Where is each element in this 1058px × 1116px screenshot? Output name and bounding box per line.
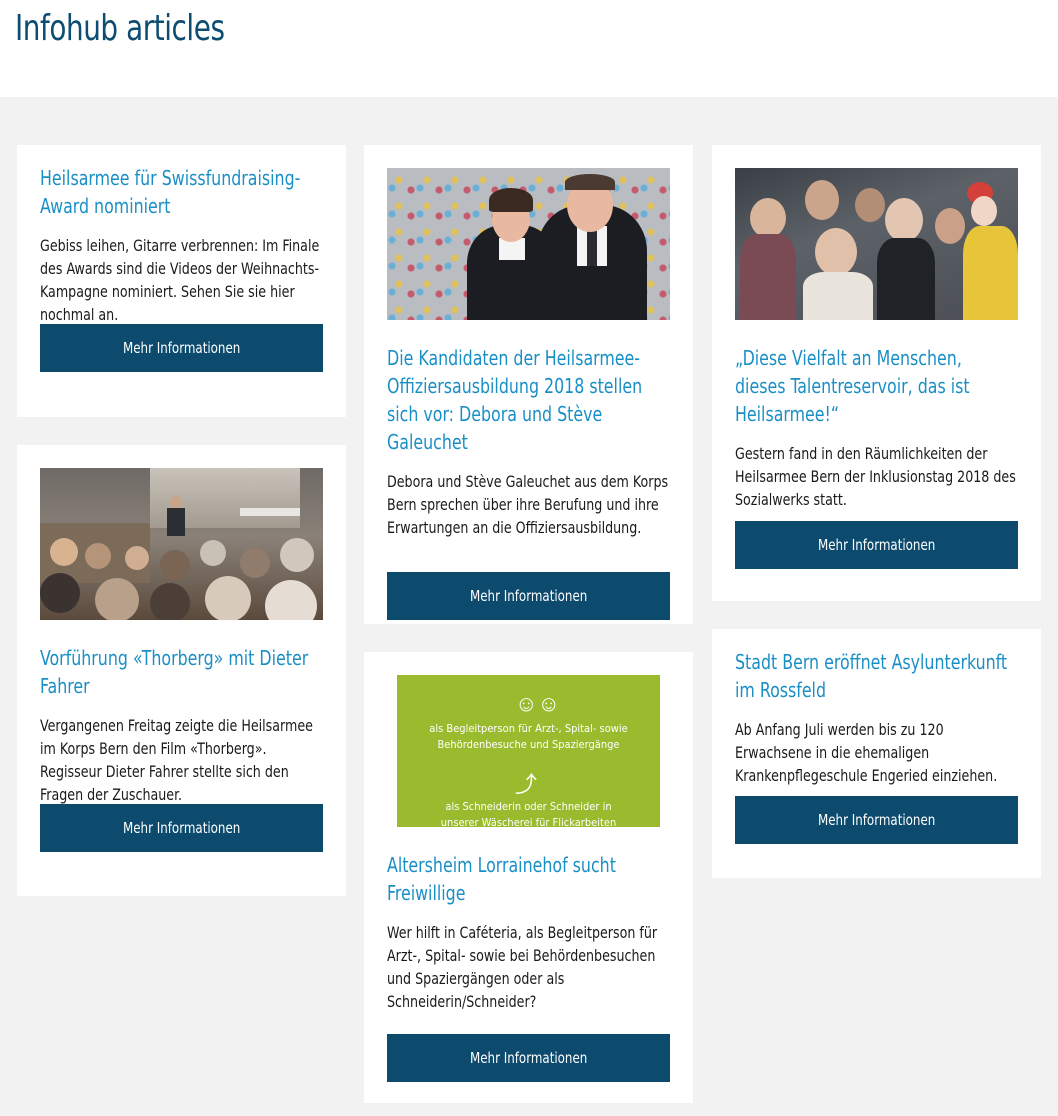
- poster-panel: ☺☺ als Begleitperson für Arzt-, Spital- …: [397, 675, 660, 827]
- more-info-button[interactable]: Mehr Informationen: [387, 1034, 670, 1082]
- article-card-lorrainehof: ☺☺ als Begleitperson für Arzt-, Spital- …: [364, 652, 693, 1103]
- article-image[interactable]: [40, 468, 323, 620]
- article-card-inklusionstag: „Diese Vielfalt an Menschen, dieses Tale…: [712, 145, 1041, 601]
- article-title[interactable]: „Diese Vielfalt an Menschen, dieses Tale…: [735, 344, 1017, 428]
- article-grid: Heilsarmee für Swissfundraising-Award no…: [0, 97, 1058, 1116]
- page-header: Infohub articles: [0, 0, 1058, 97]
- article-teaser: Wer hilft in Caféteria, als Begleitperso…: [387, 923, 658, 1011]
- article-title[interactable]: Stadt Bern eröffnet Asylunterkunft im Ro…: [735, 648, 1017, 704]
- more-info-button[interactable]: Mehr Informationen: [40, 324, 323, 372]
- article-card-kandidaten: Die Kandidaten der Heilsarmee-Offiziersa…: [364, 145, 693, 624]
- more-info-button[interactable]: Mehr Informationen: [387, 572, 670, 620]
- article-title[interactable]: Die Kandidaten der Heilsarmee-Offiziersa…: [387, 344, 669, 456]
- article-teaser: Vergangenen Freitag zeigte die Heilsarme…: [40, 716, 313, 804]
- article-title[interactable]: Altersheim Lorrainehof sucht Freiwillige: [387, 851, 669, 907]
- article-teaser: Ab Anfang Juli werden bis zu 120 Erwachs…: [735, 720, 998, 785]
- article-teaser: Debora und Stève Galeuchet aus dem Korps…: [387, 472, 669, 537]
- people-icon: ☺☺: [515, 691, 560, 716]
- article-card-asylunterkunft: Stadt Bern eröffnet Asylunterkunft im Ro…: [712, 629, 1041, 878]
- article-image[interactable]: ☺☺ als Begleitperson für Arzt-, Spital- …: [387, 675, 670, 827]
- speaker: [170, 496, 182, 508]
- more-info-button[interactable]: Mehr Informationen: [735, 521, 1018, 569]
- article-card-thorberg: Vorführung «Thorberg» mit Dieter Fahrer …: [17, 445, 346, 896]
- page-title: Infohub articles: [15, 8, 225, 49]
- article-image[interactable]: [387, 168, 670, 320]
- article-title[interactable]: Vorführung «Thorberg» mit Dieter Fahrer: [40, 644, 322, 700]
- more-info-button[interactable]: Mehr Informationen: [40, 804, 323, 852]
- article-teaser: Gebiss leihen, Gitarre verbrennen: Im Fi…: [40, 236, 320, 324]
- article-title[interactable]: Heilsarmee für Swissfundraising-Award no…: [40, 164, 322, 220]
- needle-icon: ⤴: [515, 772, 538, 797]
- article-image[interactable]: [735, 168, 1018, 320]
- article-teaser: Gestern fand in den Räumlichkeiten der H…: [735, 444, 1016, 509]
- article-card-swissfundraising: Heilsarmee für Swissfundraising-Award no…: [17, 145, 346, 417]
- more-info-button[interactable]: Mehr Informationen: [735, 796, 1018, 844]
